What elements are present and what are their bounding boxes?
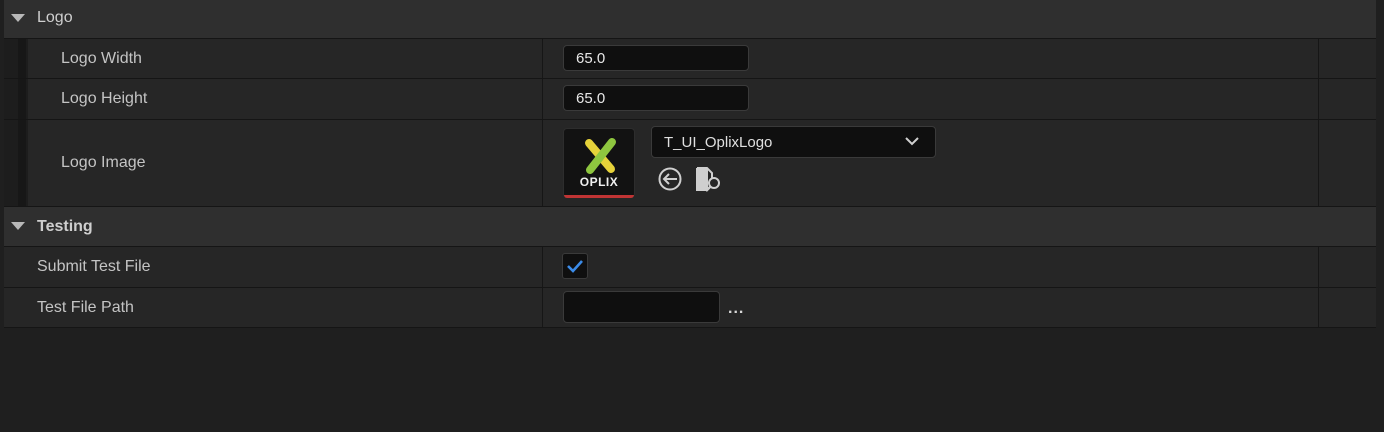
use-selected-asset-icon[interactable] — [657, 166, 683, 192]
reset-column — [1318, 120, 1319, 206]
row-indent — [4, 79, 28, 119]
category-testing[interactable]: Testing — [4, 207, 1376, 247]
property-row-logo-width: Logo Width 65.0 — [4, 39, 1376, 79]
asset-picker-value: T_UI_OplixLogo — [664, 134, 773, 151]
browse-to-asset-icon[interactable] — [695, 165, 723, 193]
row-indent — [4, 120, 28, 206]
asset-thumbnail[interactable]: OPLIX — [563, 128, 635, 198]
property-row-test-file-path: Test File Path — [4, 288, 1376, 328]
logo-image-label: Logo Image — [61, 154, 146, 171]
submit-test-file-checkbox[interactable] — [562, 253, 588, 279]
category-logo[interactable]: Logo — [4, 0, 1376, 39]
category-logo-label: Logo — [37, 9, 73, 26]
column-splitter[interactable] — [542, 39, 543, 78]
row-indent — [4, 39, 28, 78]
test-file-path-input[interactable] — [563, 291, 720, 323]
thumbnail-underline — [564, 195, 634, 198]
checkmark-icon — [567, 260, 583, 273]
asset-picker-dropdown[interactable]: T_UI_OplixLogo — [651, 126, 936, 158]
browse-file-button[interactable]: ... — [728, 300, 744, 318]
logo-width-label: Logo Width — [61, 49, 142, 67]
test-file-path-label: Test File Path — [37, 298, 134, 316]
logo-height-label: Logo Height — [61, 90, 148, 107]
collapse-arrow-icon[interactable] — [11, 14, 25, 22]
logo-height-input[interactable]: 65.0 — [563, 85, 749, 111]
reset-column — [1318, 39, 1319, 78]
column-splitter[interactable] — [542, 120, 543, 206]
column-splitter[interactable] — [542, 79, 543, 119]
chevron-down-icon — [905, 137, 919, 146]
oplix-logo-icon — [585, 138, 616, 174]
collapse-arrow-icon[interactable] — [11, 222, 25, 230]
property-row-logo-height: Logo Height 65.0 — [4, 79, 1376, 120]
property-row-submit-test-file: Submit Test File — [4, 247, 1376, 288]
reset-column — [1318, 79, 1319, 119]
column-splitter[interactable] — [542, 288, 543, 327]
category-testing-label: Testing — [37, 218, 93, 235]
reset-column — [1318, 247, 1319, 287]
reset-column — [1318, 288, 1319, 327]
thumbnail-logo-text: OPLIX — [579, 175, 619, 189]
column-splitter[interactable] — [542, 247, 543, 287]
logo-width-input[interactable]: 65.0 — [563, 45, 749, 71]
submit-test-file-label: Submit Test File — [37, 258, 151, 275]
